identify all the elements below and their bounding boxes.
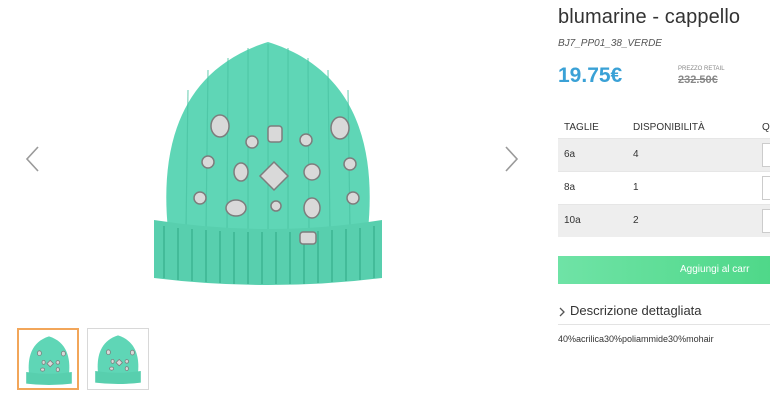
- product-price: 19.75€: [558, 64, 623, 87]
- size-table: TAGLIE DISPONIBILITÀ Q 6a 4 8a 1 10a 2: [558, 116, 770, 237]
- size-column-header: TAGLIE: [564, 122, 599, 133]
- size-value: 10a: [564, 215, 581, 226]
- hat-thumbnail-icon: [26, 336, 72, 385]
- quantity-input[interactable]: [762, 209, 770, 233]
- product-gallery: [0, 0, 545, 404]
- description-toggle-label: Descrizione dettagliata: [570, 303, 702, 318]
- description-toggle[interactable]: Descrizione dettagliata: [558, 302, 770, 322]
- size-row: 8a 1: [558, 171, 770, 204]
- availability-column-header: DISPONIBILITÀ: [633, 122, 705, 133]
- retail-price-label: PREZZO RETAIL: [678, 66, 725, 72]
- chevron-left-icon: [25, 146, 39, 172]
- add-to-cart-label: Aggiungi al carr: [680, 264, 750, 275]
- availability-value: 1: [633, 182, 639, 193]
- product-title: blumarine - cappello: [558, 6, 741, 28]
- next-image-button[interactable]: [500, 144, 522, 174]
- chevron-right-icon: [559, 307, 565, 317]
- hat-thumbnail-icon: [95, 335, 141, 384]
- product-info: blumarine - cappello BJ7_PP01_38_VERDE 1…: [558, 0, 770, 404]
- availability-value: 2: [633, 215, 639, 226]
- product-page: blumarine - cappello BJ7_PP01_38_VERDE 1…: [0, 0, 770, 404]
- quantity-input[interactable]: [762, 176, 770, 200]
- previous-image-button[interactable]: [22, 144, 44, 174]
- product-sku: BJ7_PP01_38_VERDE: [558, 38, 662, 49]
- thumbnail-2[interactable]: [87, 328, 149, 390]
- size-row: 6a 4: [558, 138, 770, 171]
- retail-price: 232.50€: [678, 74, 718, 86]
- add-to-cart-button[interactable]: Aggiungi al carr: [558, 256, 770, 284]
- description-divider: [558, 324, 770, 325]
- availability-value: 4: [633, 149, 639, 160]
- size-row: 10a 2: [558, 204, 770, 237]
- quantity-column-header: Q: [762, 122, 770, 133]
- size-table-header: TAGLIE DISPONIBILITÀ Q: [558, 116, 770, 138]
- product-image: [154, 42, 382, 285]
- size-value: 6a: [564, 149, 576, 160]
- thumbnail-1[interactable]: [17, 328, 79, 390]
- size-value: 8a: [564, 182, 576, 193]
- quantity-input[interactable]: [762, 143, 770, 167]
- chevron-right-icon: [505, 146, 519, 172]
- description-text: 40%acrilica30%poliammide30%mohair: [558, 334, 714, 344]
